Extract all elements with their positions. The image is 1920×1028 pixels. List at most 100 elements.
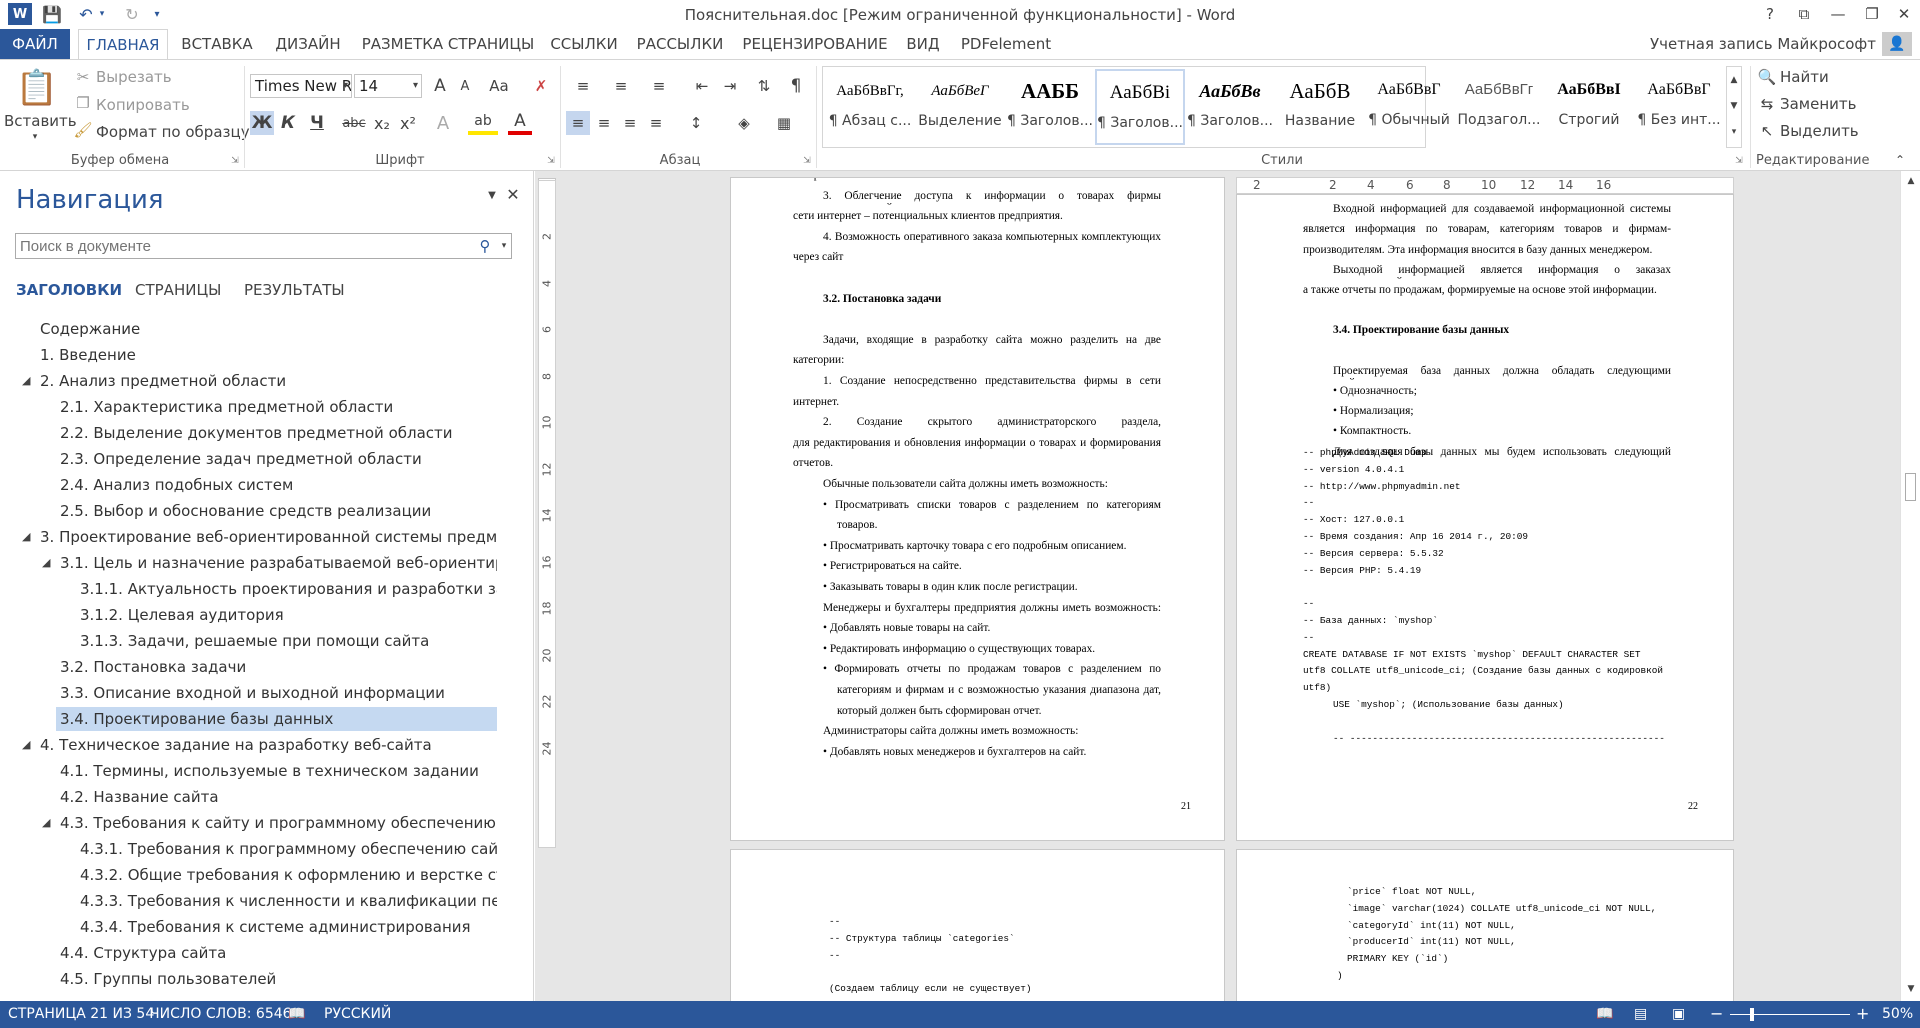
word-count[interactable]: ЧИСЛО СЛОВ: 6546 [150, 1006, 292, 1022]
nav-heading-item[interactable]: Содержание [40, 317, 497, 341]
format-painter-button[interactable]: Формат по образцу [96, 123, 250, 141]
change-case-icon[interactable]: Aa [484, 74, 514, 98]
tab-headings[interactable]: ЗАГОЛОВКИ [16, 281, 122, 299]
nav-heading-item[interactable]: 4.3.4. Требования к системе администриро… [80, 915, 497, 939]
style-no-spacing[interactable]: АаБбВвГ ¶ Без инт... [1634, 68, 1724, 144]
paste-button[interactable]: Вставить [4, 112, 77, 130]
page-21[interactable]: 21 товарах. 3. Облегчение доступа к инфор… [730, 177, 1225, 841]
nav-heading-item[interactable]: 4.5. Группы пользователей [60, 967, 497, 991]
proofing-icon[interactable]: 📖 [288, 1006, 305, 1022]
tab-pdfelement[interactable]: PDFelement [956, 29, 1056, 59]
nav-heading-item[interactable]: 4.3.3. Требования к численности и квалиф… [80, 889, 497, 913]
align-center-icon[interactable]: ≡ [592, 111, 616, 135]
collapse-heading-icon[interactable]: ◢ [22, 733, 30, 757]
shrink-font-icon[interactable]: A [454, 74, 476, 98]
find-button[interactable]: Найти [1780, 68, 1829, 86]
help-button[interactable]: ? [1754, 2, 1786, 26]
select-button[interactable]: Выделить [1780, 122, 1859, 140]
horizontal-ruler[interactable]: 2 2 4 6 8 10 12 14 16 [1236, 177, 1734, 194]
nav-heading-item[interactable]: 2.2. Выделение документов предметной обл… [60, 421, 497, 445]
nav-heading-item[interactable]: 4.2. Название сайта [60, 785, 497, 809]
nav-heading-item[interactable]: 2.1. Характеристика предметной области [60, 395, 497, 419]
nav-heading-item[interactable]: 3.1. Цель и назначение разрабатываемой в… [60, 551, 497, 575]
tab-review[interactable]: РЕЦЕНЗИРОВАНИЕ [740, 29, 890, 59]
style-heading-1[interactable]: ААББ ¶ Заголов... [1005, 69, 1095, 145]
collapse-heading-icon[interactable]: ◢ [22, 525, 30, 549]
justify-icon[interactable]: ≡ [644, 111, 668, 135]
close-icon[interactable]: ✕ [504, 185, 522, 204]
nav-heading-item[interactable]: 4.4. Структура сайта [60, 941, 497, 965]
tab-home[interactable]: ГЛАВНАЯ [78, 29, 168, 60]
borders-icon[interactable]: ▦ [768, 111, 800, 135]
nav-heading-item[interactable]: 4. Техническое задание на разработку веб… [40, 733, 497, 757]
nav-heading-item[interactable]: 3.4. Проектирование базы данных [56, 707, 497, 731]
highlight-button[interactable]: ab [468, 111, 498, 135]
ribbon-display-button[interactable]: ⧉ [1788, 2, 1820, 26]
read-mode-icon[interactable]: 📖 [1596, 1006, 1613, 1022]
decrease-indent-icon[interactable]: ⇤ [690, 74, 714, 98]
style-title[interactable]: АаБбВ Название [1275, 69, 1365, 145]
superscript-button[interactable]: x² [396, 111, 420, 135]
tab-design[interactable]: ДИЗАЙН [268, 29, 348, 59]
line-spacing-icon[interactable]: ↕ [680, 111, 712, 135]
scroll-down-icon[interactable]: ▼ [1904, 983, 1918, 995]
tab-insert[interactable]: ВСТАВКА [176, 29, 258, 59]
nav-heading-item[interactable]: 3.3. Описание входной и выходной информа… [60, 681, 497, 705]
tab-file[interactable]: ФАЙЛ [0, 29, 70, 59]
scroll-thumb[interactable] [1905, 473, 1916, 501]
nav-heading-item[interactable]: 2.3. Определение задач предметной област… [60, 447, 497, 471]
nav-heading-item[interactable]: 4.3.1. Требования к программному обеспеч… [80, 837, 497, 861]
tab-results[interactable]: РЕЗУЛЬТАТЫ [244, 281, 345, 299]
strikethrough-button[interactable]: abc [340, 111, 368, 135]
nav-heading-item[interactable]: 2. Анализ предметной области [40, 369, 497, 393]
tab-view[interactable]: ВИД [900, 29, 946, 59]
font-name-combo[interactable]: Times New R ▾ [250, 74, 352, 98]
page-22[interactable]: 22 Входной информацией для создаваемой и… [1236, 194, 1734, 841]
page-23[interactable]: -- -- Структура таблицы `categories` -- (Со… [730, 849, 1225, 1009]
language-indicator[interactable]: РУССКИЙ [324, 1006, 391, 1022]
copy-button[interactable]: Копировать [96, 96, 190, 114]
shading-icon[interactable]: ◈ [728, 111, 760, 135]
search-input[interactable] [15, 233, 512, 259]
vertical-ruler[interactable]: 2 4 6 8 10 12 14 16 18 20 22 24 [538, 180, 556, 848]
increase-indent-icon[interactable]: ⇥ [718, 74, 742, 98]
font-color-button[interactable]: A [508, 111, 532, 135]
nav-heading-item[interactable]: 3.1.2. Целевая аудитория [80, 603, 497, 627]
chevron-up-icon[interactable]: ▲ [1727, 67, 1741, 93]
page-indicator[interactable]: СТРАНИЦА 21 ИЗ 54 [8, 1006, 154, 1022]
tab-pages[interactable]: СТРАНИЦЫ [135, 281, 221, 299]
styles-scroll[interactable]: ▲ ▼ ▾ [1726, 66, 1742, 148]
style-heading-2[interactable]: АаБбВі ¶ Заголов... [1095, 69, 1185, 145]
nav-heading-item[interactable]: 2.5. Выбор и обоснование средств реализа… [60, 499, 497, 523]
replace-button[interactable]: Заменить [1780, 95, 1857, 113]
collapse-heading-icon[interactable]: ◢ [42, 811, 50, 835]
grow-font-icon[interactable]: A [428, 74, 452, 98]
style-emphasis[interactable]: АаБбВеГ Выделение [915, 69, 1005, 145]
account-link[interactable]: Учетная запись Майкрософт [1650, 29, 1876, 59]
nav-heading-item[interactable]: 3.1.1. Актуальность проектирования и раз… [80, 577, 497, 601]
avatar[interactable]: 👤 [1882, 32, 1912, 56]
cut-button[interactable]: Вырезать [96, 68, 172, 86]
vertical-scrollbar[interactable]: ▲ ▼ [1900, 171, 1920, 1001]
tab-mailings[interactable]: РАССЫЛКИ [632, 29, 728, 59]
zoom-in-icon[interactable]: + [1856, 1004, 1869, 1023]
collapse-heading-icon[interactable]: ◢ [42, 551, 50, 575]
nav-heading-item[interactable]: 4.3.2. Общие требования к оформлению и в… [80, 863, 497, 887]
nav-heading-item[interactable]: 3.2. Постановка задачи [60, 655, 497, 679]
font-launcher-icon[interactable]: ⇲ [546, 156, 556, 166]
paste-dropdown-icon[interactable]: ▾ [28, 130, 42, 144]
collapse-ribbon-icon[interactable]: ⌃ [1892, 152, 1908, 168]
underline-button[interactable]: Ч [302, 111, 332, 135]
multilevel-list-icon[interactable]: ≡ [644, 74, 674, 98]
style-normal[interactable]: АаБбВвГ ¶ Обычный [1364, 68, 1454, 144]
nav-heading-item[interactable]: 3. Проектирование веб-ориентированной си… [40, 525, 497, 549]
more-styles-icon[interactable]: ▾ [1727, 119, 1741, 145]
nav-heading-item[interactable]: 3.1.3. Задачи, решаемые при помощи сайта [80, 629, 497, 653]
tab-page-layout[interactable]: РАЗМЕТКА СТРАНИЦЫ [358, 29, 538, 59]
font-size-combo[interactable]: 14 ▾ [354, 74, 422, 98]
style-strong[interactable]: АаБбВвІ Строгий [1544, 68, 1634, 144]
restore-button[interactable]: ❐ [1856, 2, 1888, 26]
align-right-icon[interactable]: ≡ [618, 111, 642, 135]
zoom-slider-thumb[interactable] [1750, 1008, 1754, 1021]
sort-icon[interactable]: ⇅ [752, 74, 776, 98]
